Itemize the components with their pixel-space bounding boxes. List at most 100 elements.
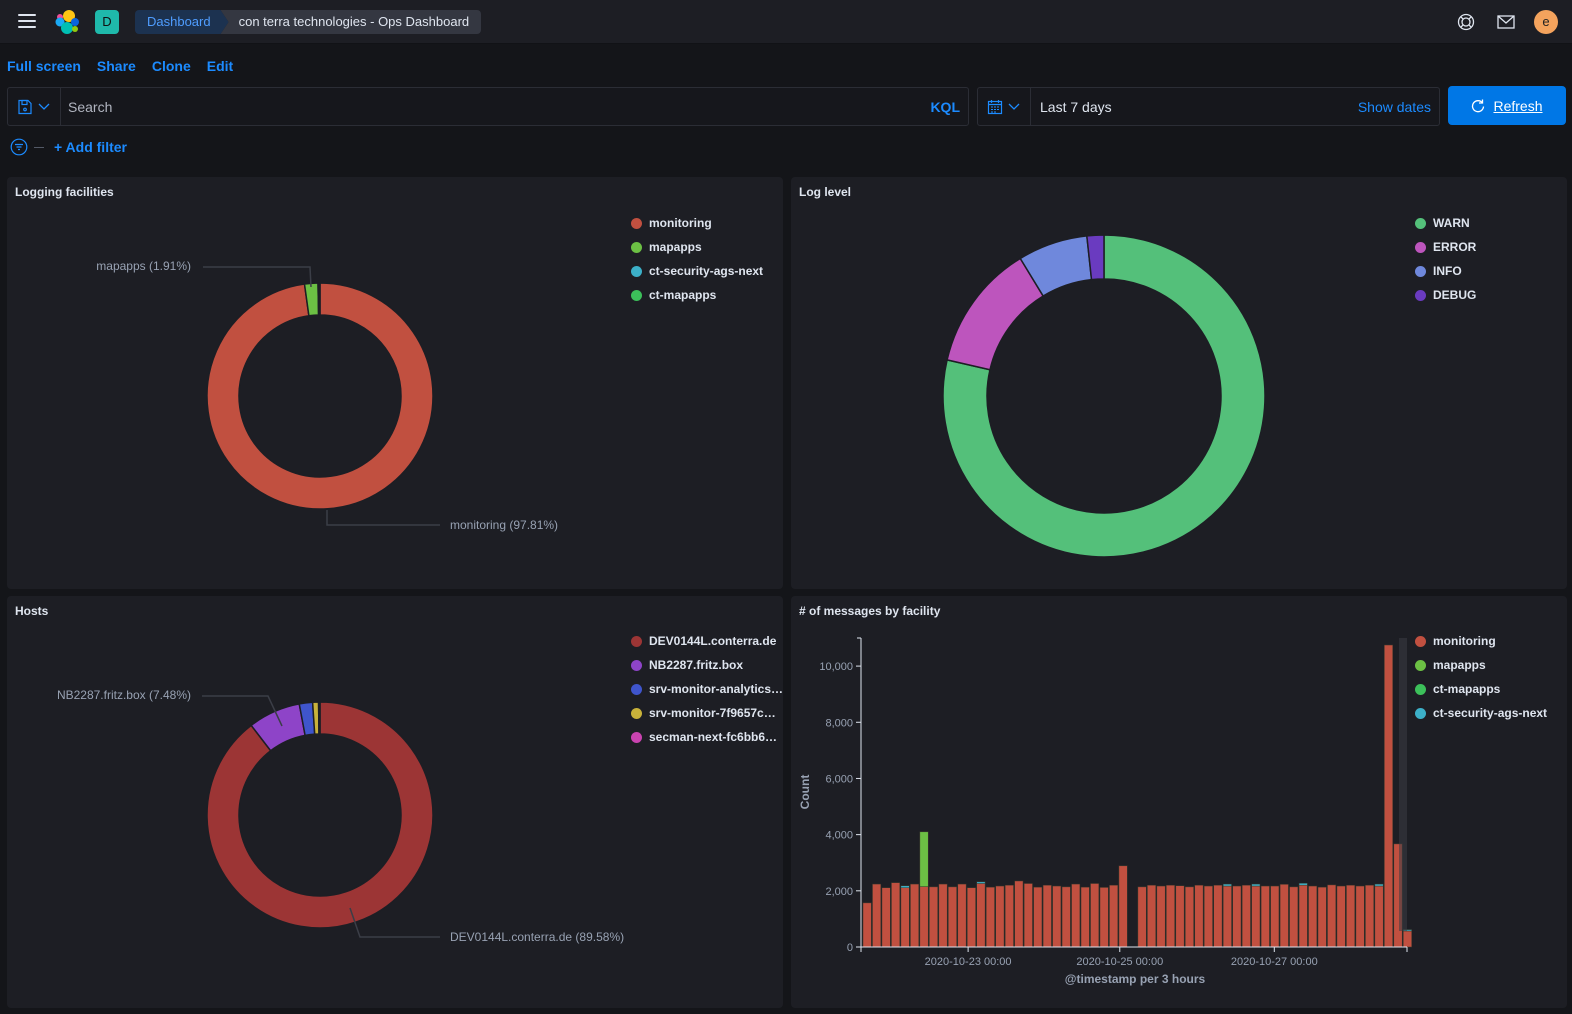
bar-monitoring[interactable] <box>1052 885 1062 948</box>
bar-monitoring[interactable] <box>1185 886 1194 948</box>
bar-monitoring[interactable] <box>1336 885 1346 948</box>
bar-monitoring[interactable] <box>985 886 995 948</box>
donut-slice-error[interactable] <box>946 257 1045 371</box>
bar-monitoring[interactable] <box>919 886 929 948</box>
bar-monitoring[interactable] <box>1317 886 1327 948</box>
full-screen-link[interactable]: Full screen <box>7 58 81 74</box>
bar-monitoring[interactable] <box>1403 930 1412 948</box>
share-link[interactable]: Share <box>97 58 136 74</box>
bar-monitoring[interactable] <box>967 887 976 948</box>
bar-monitoring[interactable] <box>1289 886 1299 948</box>
bar-monitoring[interactable] <box>1260 885 1270 948</box>
bar-monitoring[interactable] <box>1355 885 1365 948</box>
bar-ct-security-ags-next[interactable] <box>900 885 910 888</box>
bar-monitoring[interactable] <box>881 887 891 948</box>
bar-monitoring[interactable] <box>891 882 901 948</box>
bar-ct-security-ags-next[interactable] <box>976 881 986 884</box>
bar-monitoring[interactable] <box>1298 884 1308 948</box>
bar-monitoring[interactable] <box>1213 884 1223 948</box>
bar-monitoring[interactable] <box>1204 885 1213 948</box>
bar-monitoring[interactable] <box>910 883 919 948</box>
elastic-logo-icon[interactable] <box>54 9 80 35</box>
bar-monitoring[interactable] <box>1232 885 1242 948</box>
quick-select-button[interactable] <box>978 88 1031 125</box>
bar-monitoring[interactable] <box>1175 885 1185 948</box>
user-avatar[interactable]: e <box>1534 10 1558 34</box>
bar-monitoring[interactable] <box>938 883 948 948</box>
bar-monitoring[interactable] <box>995 885 1005 948</box>
donut-slice-monitoring[interactable] <box>206 282 434 510</box>
space-avatar[interactable]: D <box>95 10 119 34</box>
bar-monitoring[interactable] <box>1222 885 1232 948</box>
bar-ct-security-ags-next[interactable] <box>1298 882 1308 886</box>
legend-item[interactable]: ct-mapapps <box>631 283 763 307</box>
bar-monitoring[interactable] <box>1099 887 1109 948</box>
bar-mapapps[interactable] <box>919 831 929 887</box>
bar-ct-security-ags-next[interactable] <box>1222 883 1232 887</box>
legend-item[interactable]: DEBUG <box>1415 283 1476 307</box>
donut-slice-secman-next-fc6bb6-[interactable] <box>317 701 321 735</box>
legend-item[interactable]: ct-mapapps <box>1415 677 1547 701</box>
bar-monitoring[interactable] <box>1147 884 1156 948</box>
bar-monitoring[interactable] <box>1384 644 1393 948</box>
saved-query-menu-button[interactable] <box>8 88 61 125</box>
legend-item[interactable]: ct-security-ags-next <box>1415 701 1547 725</box>
clone-link[interactable]: Clone <box>152 58 191 74</box>
bar-monitoring[interactable] <box>1137 886 1147 948</box>
bar-monitoring[interactable] <box>1365 884 1374 948</box>
bar-monitoring[interactable] <box>1327 884 1337 948</box>
bar-monitoring[interactable] <box>1194 884 1204 948</box>
bar-monitoring[interactable] <box>1166 884 1175 948</box>
breadcrumb-dashboard[interactable]: Dashboard <box>135 10 229 34</box>
bar-monitoring[interactable] <box>1241 884 1251 948</box>
legend-item[interactable]: INFO <box>1415 259 1476 283</box>
bar-monitoring[interactable] <box>957 883 967 948</box>
date-range-value[interactable]: Last 7 days <box>1040 99 1112 115</box>
bar-monitoring[interactable] <box>1270 885 1280 948</box>
bar-monitoring[interactable] <box>976 883 986 948</box>
legend-item[interactable]: DEV0144L.conterra.de <box>631 629 783 653</box>
edit-link[interactable]: Edit <box>207 58 233 74</box>
bar-monitoring[interactable] <box>1061 886 1071 948</box>
bar-monitoring[interactable] <box>1279 884 1289 948</box>
legend-item[interactable]: ct-security-ags-next <box>631 259 763 283</box>
bar-monitoring[interactable] <box>1109 884 1119 948</box>
bar-monitoring[interactable] <box>1090 883 1100 948</box>
bar-monitoring[interactable] <box>1374 885 1384 948</box>
bar-monitoring[interactable] <box>1308 885 1318 948</box>
help-icon[interactable] <box>1456 12 1476 32</box>
filter-options-icon[interactable] <box>10 138 28 156</box>
legend-item[interactable]: srv-monitor-analytics… <box>631 677 783 701</box>
show-dates-button[interactable]: Show dates <box>1358 99 1431 115</box>
search-input[interactable]: Search <box>68 99 112 115</box>
legend-item[interactable]: monitoring <box>631 211 763 235</box>
bar-monitoring[interactable] <box>1004 884 1014 948</box>
bar-monitoring[interactable] <box>948 886 957 948</box>
bar-monitoring[interactable] <box>872 883 882 948</box>
legend-item[interactable]: NB2287.fritz.box <box>631 653 783 677</box>
bar-monitoring[interactable] <box>900 887 910 948</box>
legend-item[interactable]: mapapps <box>631 235 763 259</box>
legend-item[interactable]: srv-monitor-7f9657c… <box>631 701 783 725</box>
bar-monitoring[interactable] <box>1071 883 1081 948</box>
bar-monitoring[interactable] <box>1023 883 1033 948</box>
legend-item[interactable]: mapapps <box>1415 653 1547 677</box>
legend-item[interactable]: ERROR <box>1415 235 1476 259</box>
donut-slice-dev0144l-conterra-de[interactable] <box>206 701 434 929</box>
bar-monitoring[interactable] <box>1346 884 1356 948</box>
bar-monitoring[interactable] <box>1042 884 1052 948</box>
legend-item[interactable]: secman-next-fc6bb6… <box>631 725 783 749</box>
refresh-button[interactable]: Refresh <box>1448 86 1566 125</box>
menu-icon[interactable] <box>18 14 36 28</box>
bar-monitoring[interactable] <box>1118 865 1128 948</box>
bar-monitoring[interactable] <box>1080 886 1090 948</box>
donut-slice-ct-mapapps[interactable] <box>318 282 321 316</box>
add-filter-button[interactable]: + Add filter <box>54 139 127 155</box>
bar-monitoring[interactable] <box>1251 885 1261 948</box>
bar-monitoring[interactable] <box>1156 885 1166 948</box>
bar-monitoring[interactable] <box>1014 880 1024 948</box>
bar-ct-security-ags-next[interactable] <box>1374 883 1384 887</box>
legend-item[interactable]: monitoring <box>1415 629 1547 653</box>
kql-toggle-button[interactable]: KQL <box>930 99 960 115</box>
bar-ct-security-ags-next[interactable] <box>1251 883 1261 887</box>
